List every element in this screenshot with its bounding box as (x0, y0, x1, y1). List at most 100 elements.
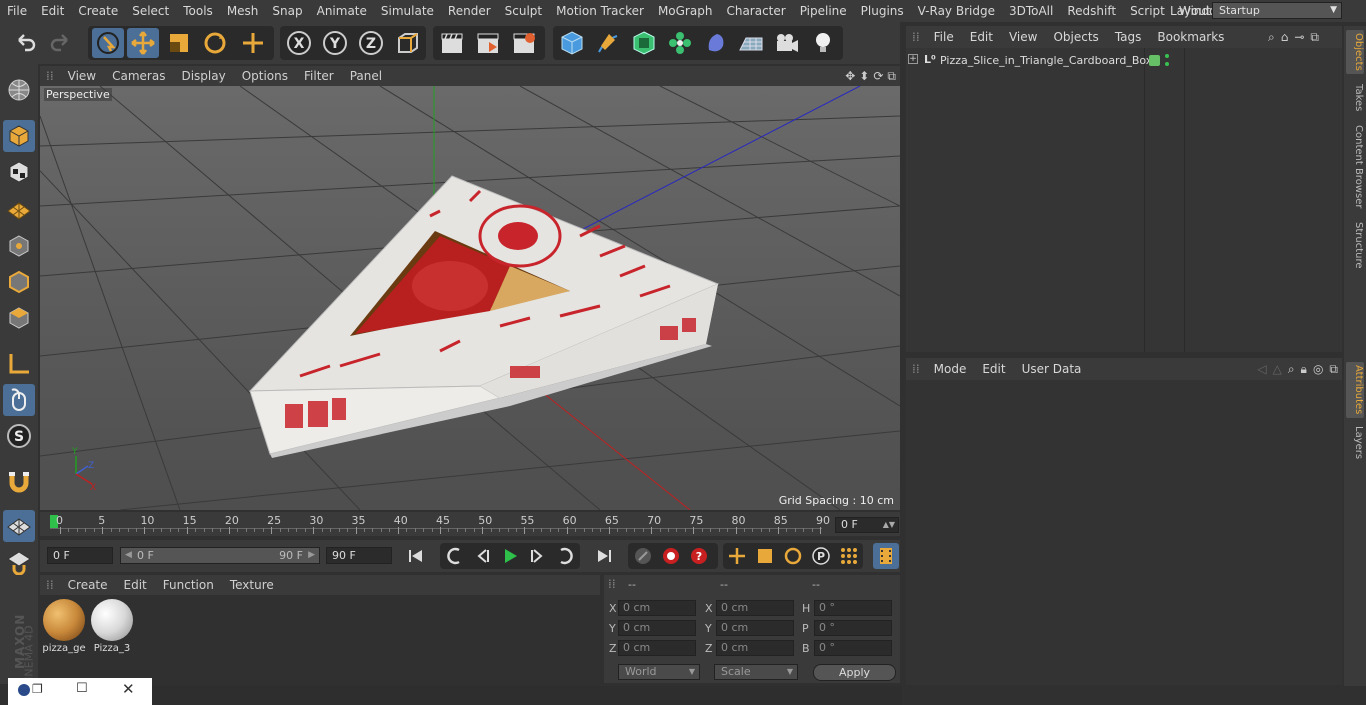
go-to-start-button[interactable] (403, 543, 429, 569)
viewport-menu-cameras[interactable]: Cameras (104, 69, 173, 83)
preview-range-slider[interactable]: ◀ 0 F 90 F ▶ (120, 547, 320, 564)
object-menu-bookmarks[interactable]: Bookmarks (1149, 30, 1232, 44)
render-visibility-dot[interactable] (1165, 62, 1169, 66)
object-menu-edit[interactable]: Edit (962, 30, 1001, 44)
camera-label[interactable]: Perspective (44, 88, 112, 101)
menu-mograph[interactable]: MoGraph (651, 0, 720, 22)
tab-takes[interactable]: Takes (1346, 80, 1364, 116)
rot-p-field[interactable]: 0 ° (814, 620, 892, 636)
back-arrow-icon[interactable]: ◁ (1257, 362, 1266, 376)
menu-redshift[interactable]: Redshift (1060, 0, 1123, 22)
close-icon[interactable]: ✕ (122, 680, 135, 698)
attribute-menu-edit[interactable]: Edit (974, 362, 1013, 376)
next-keyframe-button[interactable] (552, 543, 578, 569)
home-icon[interactable]: ⌂ (1281, 30, 1289, 44)
pos-z-field[interactable]: 0 cm (618, 640, 696, 656)
tweak-mode-button[interactable] (3, 384, 35, 416)
light-button[interactable] (807, 28, 839, 58)
range-right-arrow-icon[interactable]: ▶ (308, 548, 315, 563)
autokeying-button[interactable]: ? (686, 543, 712, 569)
filter-icon[interactable]: ⊸ (1294, 30, 1304, 44)
viewport-menu-options[interactable]: Options (234, 69, 296, 83)
menu-snap[interactable]: Snap (265, 0, 309, 22)
lock-icon[interactable]: 🔒︎ (1301, 362, 1307, 377)
deformer-button[interactable] (700, 28, 732, 58)
object-menu-file[interactable]: File (926, 30, 962, 44)
spinner-icon[interactable]: ▲▼ (883, 518, 895, 532)
points-mode-button[interactable] (3, 230, 35, 262)
workplane-mode-button[interactable] (3, 192, 35, 224)
pan-icon[interactable]: ✥ (845, 69, 855, 83)
material-menu-create[interactable]: Create (60, 578, 116, 592)
maximize-view-icon[interactable]: ⧉ (887, 69, 896, 84)
cinema4d-app-icon[interactable] (18, 684, 30, 696)
layout-dropdown[interactable]: Startup ▼ (1212, 2, 1342, 19)
viewport-menu-filter[interactable]: Filter (296, 69, 342, 83)
key-pla-button[interactable] (836, 543, 862, 569)
search-icon[interactable]: ⌕ (1288, 362, 1295, 377)
menu-select[interactable]: Select (125, 0, 176, 22)
menu-animate[interactable]: Animate (310, 0, 374, 22)
render-to-picture-viewer-button[interactable] (472, 28, 504, 58)
cloner-button[interactable] (664, 28, 696, 58)
menu-3dtoall[interactable]: 3DToAll (1002, 0, 1060, 22)
orbit-icon[interactable]: ⟳ (873, 69, 883, 83)
previous-frame-button[interactable] (470, 543, 496, 569)
rot-h-field[interactable]: 0 ° (814, 600, 892, 616)
menu-render[interactable]: Render (441, 0, 498, 22)
new-panel-icon[interactable]: ⧉ (1310, 30, 1319, 45)
menu-tools[interactable]: Tools (176, 0, 220, 22)
undo-button[interactable] (10, 28, 42, 58)
target-icon[interactable]: ◎ (1313, 362, 1323, 376)
size-mode-select[interactable]: Scale ▼ (714, 664, 798, 680)
make-editable-button[interactable] (3, 74, 35, 106)
next-frame-button[interactable] (524, 543, 550, 569)
range-left-arrow-icon[interactable]: ◀ (125, 548, 132, 563)
key-rotation-button[interactable] (780, 543, 806, 569)
key-position-button[interactable] (724, 543, 750, 569)
object-menu-objects[interactable]: Objects (1045, 30, 1106, 44)
menu-v-ray-bridge[interactable]: V-Ray Bridge (911, 0, 1002, 22)
layer-tag-icon[interactable] (1149, 55, 1160, 66)
viewport-menu-display[interactable]: Display (173, 69, 233, 83)
key-parameter-button[interactable]: P (808, 543, 834, 569)
locked-workplane-button[interactable] (3, 546, 35, 578)
perspective-viewport[interactable]: Y Z X Perspective Grid Spacing : 10 cm (40, 86, 900, 510)
camera-button[interactable] (771, 28, 803, 58)
dolly-icon[interactable]: ⬍ (859, 69, 869, 83)
edges-mode-button[interactable] (3, 266, 35, 298)
select-tool-button[interactable] (92, 28, 124, 58)
menu-mesh[interactable]: Mesh (220, 0, 266, 22)
menu-create[interactable]: Create (71, 0, 125, 22)
snap-button[interactable] (3, 466, 35, 498)
menu-motion-tracker[interactable]: Motion Tracker (549, 0, 651, 22)
editor-visibility-dot[interactable] (1165, 54, 1169, 58)
viewport-menu-panel[interactable]: Panel (342, 69, 390, 83)
size-x-field[interactable]: 0 cm (716, 600, 794, 616)
expand-icon[interactable]: + (908, 54, 918, 64)
tab-structure[interactable]: Structure (1346, 218, 1364, 272)
start-frame-field[interactable]: 0 F (47, 547, 113, 564)
object-menu-tags[interactable]: Tags (1107, 30, 1150, 44)
attribute-menu-user-data[interactable]: User Data (1014, 362, 1090, 376)
rot-b-field[interactable]: 0 ° (814, 640, 892, 656)
up-arrow-icon[interactable]: △ (1273, 362, 1282, 376)
viewport-menu-view[interactable]: View (60, 69, 104, 83)
axis-mode-button[interactable] (3, 348, 35, 380)
play-button[interactable] (497, 543, 523, 569)
material-menu-texture[interactable]: Texture (222, 578, 282, 592)
tab-objects[interactable]: Objects (1346, 30, 1364, 74)
restore-icon[interactable]: ❐ (32, 682, 43, 696)
workplane-lock-button[interactable] (3, 510, 35, 542)
material-menu-edit[interactable]: Edit (116, 578, 155, 592)
redo-button[interactable] (44, 28, 76, 58)
pos-y-field[interactable]: 0 cm (618, 620, 696, 636)
key-scale-button[interactable] (752, 543, 778, 569)
object-manager-list[interactable]: + L⁰ Pizza_Slice_in_Triangle_Cardboard_B… (906, 48, 1342, 352)
record-off-button[interactable] (630, 543, 656, 569)
material-swatch-1[interactable]: pizza_ge (42, 599, 86, 654)
size-z-field[interactable]: 0 cm (716, 640, 794, 656)
material-swatch-2[interactable]: Pizza_3 (90, 599, 134, 654)
record-active-objects-button[interactable] (658, 543, 684, 569)
menu-simulate[interactable]: Simulate (374, 0, 441, 22)
